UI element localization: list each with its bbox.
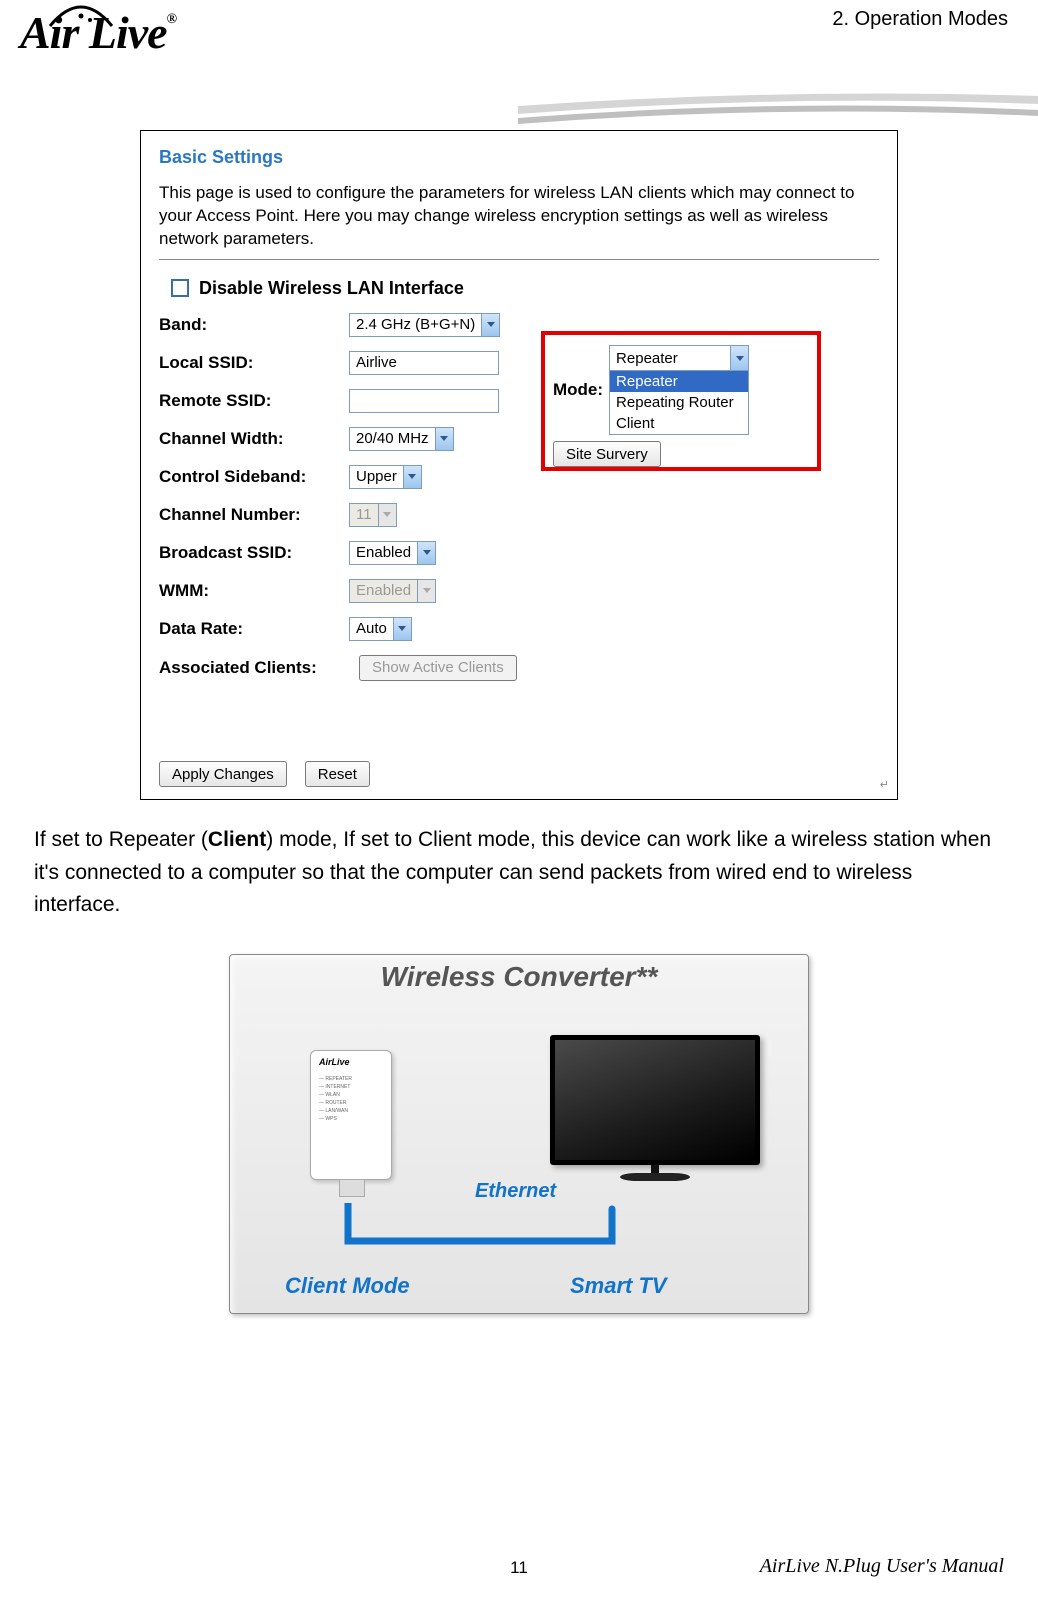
smart-tv-icon: [550, 1035, 760, 1182]
disable-wlan-label: Disable Wireless LAN Interface: [199, 278, 464, 299]
mode-highlight-box: Mode: Repeater Repeater Repeating Router…: [541, 331, 821, 471]
mode-select[interactable]: Repeater Repeater Repeating Router Clien…: [609, 345, 749, 435]
mode-option-client[interactable]: Client: [610, 413, 748, 434]
smart-tv-label: Smart TV: [570, 1273, 667, 1299]
chevron-down-icon: [403, 466, 421, 488]
channel-width-value: 20/40 MHz: [350, 430, 435, 447]
site-survey-button[interactable]: Site Survery: [553, 441, 661, 467]
channel-width-select[interactable]: 20/40 MHz: [349, 427, 454, 451]
disable-wlan-checkbox[interactable]: [171, 279, 189, 297]
logo-text: Air Live: [20, 7, 167, 58]
apply-changes-button[interactable]: Apply Changes: [159, 761, 287, 787]
settings-description: This page is used to configure the param…: [159, 182, 879, 251]
body-text-pre: If set to Repeater (: [34, 828, 208, 851]
chevron-down-icon: [393, 618, 411, 640]
channel-width-label: Channel Width:: [159, 429, 349, 449]
client-mode-label: Client Mode: [285, 1273, 410, 1299]
band-select[interactable]: 2.4 GHz (B+G+N): [349, 313, 500, 337]
mode-label: Mode:: [553, 380, 603, 400]
chevron-down-icon: [417, 580, 435, 602]
broadcast-ssid-value: Enabled: [350, 544, 417, 561]
control-sideband-label: Control Sideband:: [159, 467, 349, 487]
mode-selected-value: Repeater: [610, 350, 730, 367]
mode-option-repeater[interactable]: Repeater: [610, 371, 748, 392]
local-ssid-label: Local SSID:: [159, 353, 349, 373]
chevron-down-icon: [417, 542, 435, 564]
control-sideband-select[interactable]: Upper: [349, 465, 422, 489]
wmm-select: Enabled: [349, 579, 436, 603]
body-text-bold: Client: [208, 828, 266, 851]
remote-ssid-input[interactable]: [349, 389, 499, 413]
corner-marker-icon: ↵: [880, 778, 889, 791]
ethernet-label: Ethernet: [475, 1180, 556, 1203]
data-rate-value: Auto: [350, 620, 393, 637]
divider: [159, 259, 879, 260]
ethernet-cable-icon: [340, 1203, 620, 1249]
airlive-logo: Air Live®: [20, 6, 290, 59]
header-swoosh-icon: [518, 88, 1038, 126]
chevron-down-icon: [378, 504, 396, 526]
band-value: 2.4 GHz (B+G+N): [350, 316, 481, 333]
associated-clients-label: Associated Clients:: [159, 658, 359, 678]
broadcast-ssid-select[interactable]: Enabled: [349, 541, 436, 565]
channel-number-select: 11: [349, 503, 397, 527]
settings-screenshot: Basic Settings This page is used to conf…: [140, 130, 898, 800]
diagram-title: Wireless Converter**: [230, 961, 808, 993]
wmm-value: Enabled: [350, 582, 417, 599]
reset-button[interactable]: Reset: [305, 761, 370, 787]
mode-option-repeating-router[interactable]: Repeating Router: [610, 392, 748, 413]
band-label: Band:: [159, 315, 349, 335]
control-sideband-value: Upper: [350, 468, 403, 485]
wmm-label: WMM:: [159, 581, 349, 601]
manual-title: AirLive N.Plug User's Manual: [760, 1555, 1004, 1578]
channel-number-value: 11: [350, 506, 378, 523]
plug-logo-text: AirLive: [319, 1057, 350, 1067]
show-active-clients-button: Show Active Clients: [359, 655, 517, 681]
chapter-title: 2. Operation Modes: [832, 8, 1008, 31]
chevron-down-icon: [435, 428, 453, 450]
data-rate-label: Data Rate:: [159, 619, 349, 639]
mode-options-list: Repeater Repeating Router Client: [610, 370, 748, 434]
channel-number-label: Channel Number:: [159, 505, 349, 525]
chevron-down-icon: [481, 314, 499, 336]
basic-settings-title: Basic Settings: [159, 147, 879, 168]
remote-ssid-label: Remote SSID:: [159, 391, 349, 411]
body-paragraph: If set to Repeater (Client) mode, If set…: [34, 824, 1004, 922]
local-ssid-input[interactable]: Airlive: [349, 351, 499, 375]
data-rate-select[interactable]: Auto: [349, 617, 412, 641]
chevron-down-icon: [730, 346, 748, 370]
plug-device-icon: AirLive — REPEATER— INTERNET— WLAN— ROUT…: [310, 1050, 420, 1210]
wireless-converter-diagram: Wireless Converter** AirLive — REPEATER—…: [229, 954, 809, 1314]
registered-icon: ®: [167, 12, 176, 27]
broadcast-ssid-label: Broadcast SSID:: [159, 543, 349, 563]
